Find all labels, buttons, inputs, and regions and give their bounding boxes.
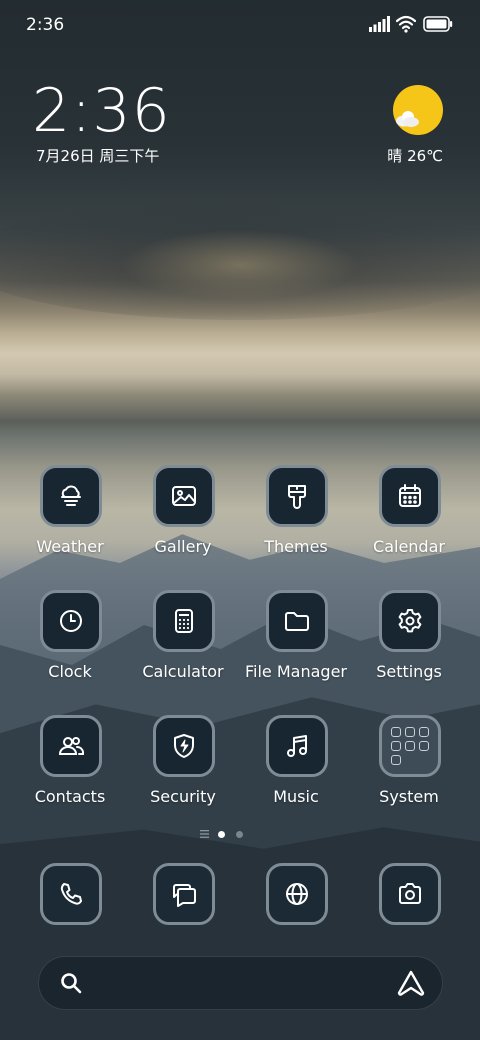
page-dot: [236, 831, 243, 838]
page-dot-active: [218, 831, 225, 838]
app-calendar[interactable]: Calendar: [353, 465, 465, 565]
app-file-manager[interactable]: File Manager: [240, 590, 352, 690]
app-label: System: [379, 787, 439, 806]
app-contacts[interactable]: Contacts: [14, 715, 126, 815]
file-manager-app-tile[interactable]: [266, 590, 328, 652]
dock-messages-button[interactable]: [153, 863, 215, 925]
security-app-tile[interactable]: [153, 715, 215, 777]
app-music[interactable]: Music: [240, 715, 352, 815]
status-bar: 2:36: [0, 0, 480, 50]
app-security[interactable]: Security: [127, 715, 239, 815]
app-system-folder[interactable]: System: [353, 715, 465, 815]
app-themes[interactable]: Themes: [240, 465, 352, 565]
shield-bolt-icon: [174, 734, 194, 758]
signal-icon: [369, 16, 390, 32]
folder-icon: [285, 612, 309, 631]
phone-icon: [60, 883, 82, 905]
settings-app-tile[interactable]: [379, 590, 441, 652]
dock-camera-button[interactable]: [379, 863, 441, 925]
search-bar[interactable]: [38, 956, 443, 1010]
themes-app-tile[interactable]: [266, 465, 328, 527]
sunny-weather-icon[interactable]: [392, 84, 444, 136]
dock-browser-button[interactable]: [266, 863, 328, 925]
music-app-tile[interactable]: [266, 715, 328, 777]
calculator-icon: [175, 609, 193, 633]
clock-icon: [60, 610, 82, 632]
weather-temperature: 晴 26℃: [387, 147, 443, 165]
app-label: Settings: [376, 662, 442, 681]
dock-phone-button[interactable]: [40, 863, 102, 925]
assistant-icon[interactable]: [396, 969, 426, 997]
page-indicator[interactable]: [0, 828, 480, 842]
image-icon: [172, 486, 196, 506]
search-icon: [61, 973, 82, 994]
clock-widget-time[interactable]: 2:36: [32, 76, 171, 146]
system-folder-tile[interactable]: [379, 715, 441, 777]
wifi-icon: [396, 15, 416, 33]
clock-widget-date: 7月26日 周三下午: [36, 147, 160, 165]
calculator-app-tile[interactable]: [153, 590, 215, 652]
calendar-icon: [399, 484, 421, 507]
people-icon: [58, 737, 85, 755]
battery-icon: [423, 16, 453, 32]
weather-app-tile[interactable]: [40, 465, 102, 527]
gear-icon: [398, 609, 422, 633]
menu-lines-icon: [200, 830, 209, 838]
app-weather[interactable]: Weather: [14, 465, 126, 565]
folder-grid-icon: [391, 727, 429, 765]
brush-icon: [288, 485, 306, 509]
clock-app-tile[interactable]: [40, 590, 102, 652]
gallery-app-tile[interactable]: [153, 465, 215, 527]
app-calculator[interactable]: Calculator: [127, 590, 239, 690]
camera-icon: [399, 883, 421, 904]
calendar-app-tile[interactable]: [379, 465, 441, 527]
cloud-fog-icon: [61, 485, 81, 506]
message-icon: [173, 884, 196, 907]
status-time: 2:36: [26, 15, 65, 35]
app-clock[interactable]: Clock: [14, 590, 126, 690]
globe-icon: [286, 883, 308, 905]
app-settings[interactable]: Settings: [353, 590, 465, 690]
app-label: Calendar: [373, 537, 445, 556]
contacts-app-tile[interactable]: [40, 715, 102, 777]
app-gallery[interactable]: Gallery: [127, 465, 239, 565]
music-note-icon: [287, 735, 307, 757]
